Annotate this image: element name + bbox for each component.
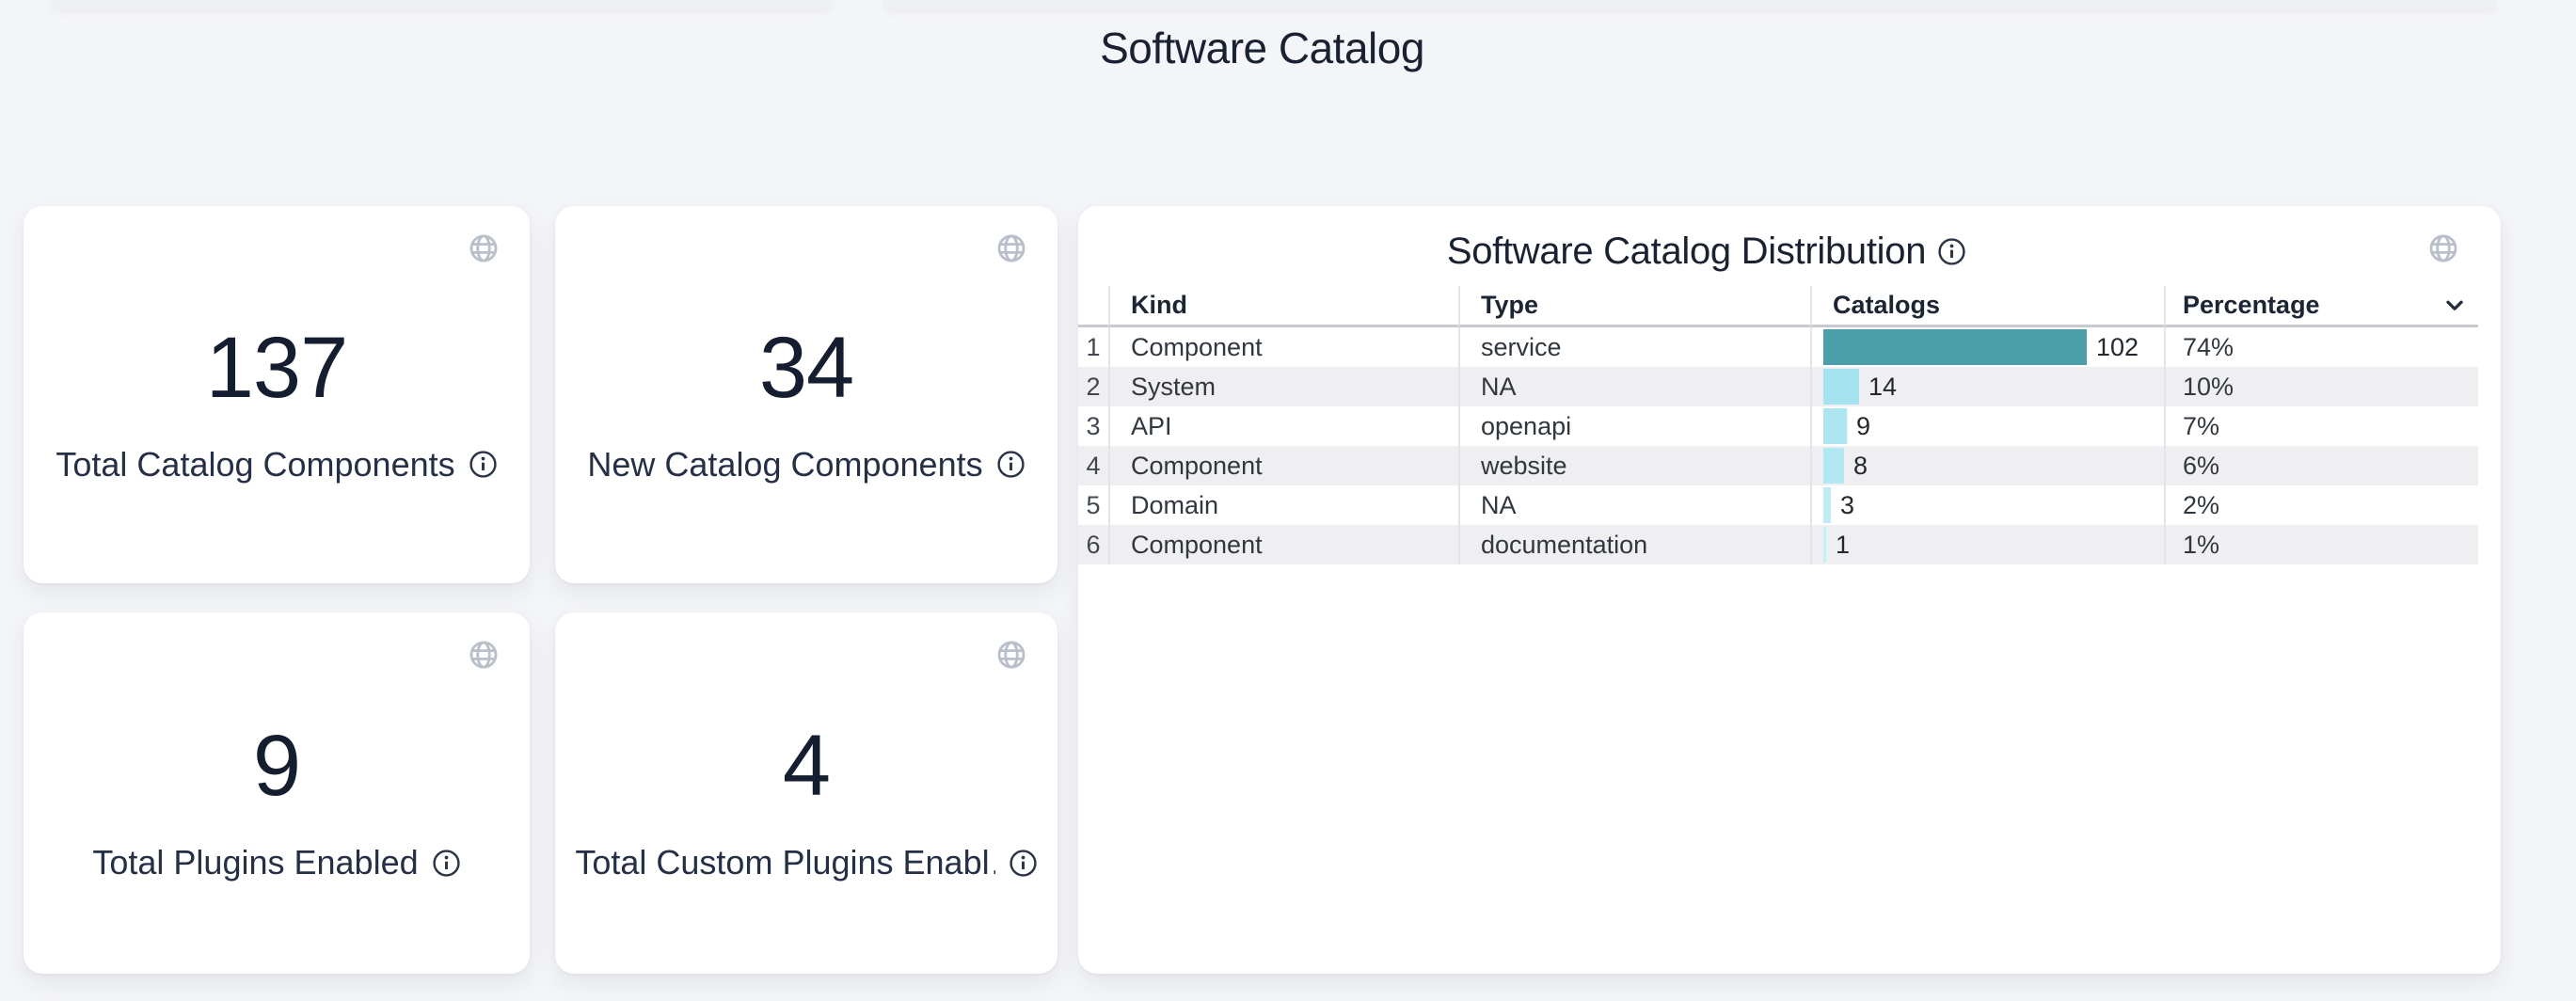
catalogs-value: 9 <box>1856 412 1870 441</box>
row-number-cell: 5 <box>1078 485 1108 525</box>
type-cell: website <box>1458 446 1810 485</box>
row-number-cell: 6 <box>1078 525 1108 564</box>
row-number-cell: 1 <box>1078 327 1108 367</box>
kind-cell: System <box>1108 367 1458 406</box>
stat-card-total-custom-plugins-enabled: 4 Total Custom Plugins Enabl… <box>555 612 1057 974</box>
row-number-cell: 3 <box>1078 406 1108 446</box>
catalogs-value: 102 <box>2096 333 2139 362</box>
table-header-row: Kind Type Catalogs Percentage <box>1078 286 2478 327</box>
catalogs-value: 3 <box>1840 491 1854 520</box>
scrolled-card-remnant <box>883 0 2498 9</box>
table-row[interactable]: 4Componentwebsite 8 6% <box>1078 446 2478 485</box>
table-row[interactable]: 5DomainNA 3 2% <box>1078 485 2478 525</box>
row-number-cell: 4 <box>1078 446 1108 485</box>
chevron-down-icon[interactable] <box>2442 294 2467 318</box>
stat-card-total-plugins-enabled: 9 Total Plugins Enabled <box>24 612 530 974</box>
catalogs-value: 8 <box>1853 452 1868 481</box>
catalogs-cell: 3 <box>1810 485 2164 525</box>
type-cell: NA <box>1458 485 1810 525</box>
kind-cell: Component <box>1108 525 1458 564</box>
table-row[interactable]: 6Componentdocumentation 1 1% <box>1078 525 2478 564</box>
catalogs-bar <box>1823 329 2087 365</box>
dist-table-body: 1Componentservice10274%2SystemNA1410%3AP… <box>1078 327 2478 564</box>
table-row[interactable]: 3APIopenapi 9 7% <box>1078 406 2478 446</box>
type-cell: openapi <box>1458 406 1810 446</box>
type-cell: NA <box>1458 367 1810 406</box>
row-number-header <box>1078 286 1108 327</box>
catalogs-cell: 102 <box>1810 327 2164 367</box>
table-row[interactable]: 2SystemNA 14 10% <box>1078 367 2478 406</box>
stat-value: 34 <box>759 325 853 411</box>
catalogs-cell: 9 <box>1810 406 2164 446</box>
catalogs-bar <box>1823 487 1831 523</box>
type-cell: documentation <box>1458 525 1810 564</box>
catalogs-bar <box>1823 369 1859 405</box>
kind-cell: API <box>1108 406 1458 446</box>
info-icon[interactable] <box>1937 237 1966 266</box>
catalogs-cell: 1 <box>1810 525 2164 564</box>
stat-label: Total Custom Plugins Enabl… <box>575 843 994 882</box>
percentage-cell: 1% <box>2164 525 2478 564</box>
kind-cell: Component <box>1108 327 1458 367</box>
stat-value: 9 <box>253 723 300 809</box>
catalogs-cell: 8 <box>1810 446 2164 485</box>
percentage-cell: 6% <box>2164 446 2478 485</box>
stat-card-new-catalog-components: 34 New Catalog Components <box>555 206 1057 583</box>
catalogs-value: 1 <box>1836 531 1850 560</box>
percentage-cell: 2% <box>2164 485 2478 525</box>
globe-icon[interactable] <box>2427 232 2459 264</box>
scrolled-card-remnant <box>50 0 833 9</box>
globe-icon[interactable] <box>468 232 500 264</box>
globe-icon[interactable] <box>468 639 500 671</box>
catalogs-bar <box>1823 448 1844 484</box>
type-cell: service <box>1458 327 1810 367</box>
info-icon[interactable] <box>996 450 1026 479</box>
column-header-kind[interactable]: Kind <box>1108 286 1458 327</box>
kind-cell: Domain <box>1108 485 1458 525</box>
distribution-table: Kind Type Catalogs Percentage 1Component… <box>1078 286 2478 564</box>
software-catalog-dashboard: Software Catalog 137 Total Catalog Compo… <box>0 0 2576 1001</box>
globe-icon[interactable] <box>995 639 1027 671</box>
kind-cell: Component <box>1108 446 1458 485</box>
column-header-type[interactable]: Type <box>1458 286 1810 327</box>
column-header-catalogs[interactable]: Catalogs <box>1810 286 2164 327</box>
percentage-cell: 74% <box>2164 327 2478 367</box>
stat-value: 137 <box>206 325 348 411</box>
stat-label: Total Plugins Enabled <box>92 843 418 882</box>
catalogs-value: 14 <box>1868 373 1897 402</box>
stat-label: Total Catalog Components <box>56 445 454 485</box>
info-icon[interactable] <box>469 450 498 479</box>
stat-card-total-catalog-components: 137 Total Catalog Components <box>24 206 530 583</box>
page-title: Software Catalog <box>24 23 2501 73</box>
globe-icon[interactable] <box>995 232 1027 264</box>
catalogs-bar <box>1823 527 1826 563</box>
percentage-cell: 7% <box>2164 406 2478 446</box>
catalogs-bar <box>1823 408 1847 444</box>
column-header-percentage[interactable]: Percentage <box>2164 286 2478 327</box>
percentage-cell: 10% <box>2164 367 2478 406</box>
info-icon[interactable] <box>432 849 461 878</box>
distribution-title: Software Catalog Distribution <box>1447 230 1926 273</box>
software-catalog-distribution-card: Software Catalog Distribution Kind Type … <box>1078 206 2501 974</box>
row-number-cell: 2 <box>1078 367 1108 406</box>
table-row[interactable]: 1Componentservice 102 74% <box>1078 327 2478 367</box>
info-icon[interactable] <box>1009 849 1038 878</box>
catalogs-cell: 14 <box>1810 367 2164 406</box>
stat-label: New Catalog Components <box>587 445 982 485</box>
stat-value: 4 <box>783 723 830 809</box>
